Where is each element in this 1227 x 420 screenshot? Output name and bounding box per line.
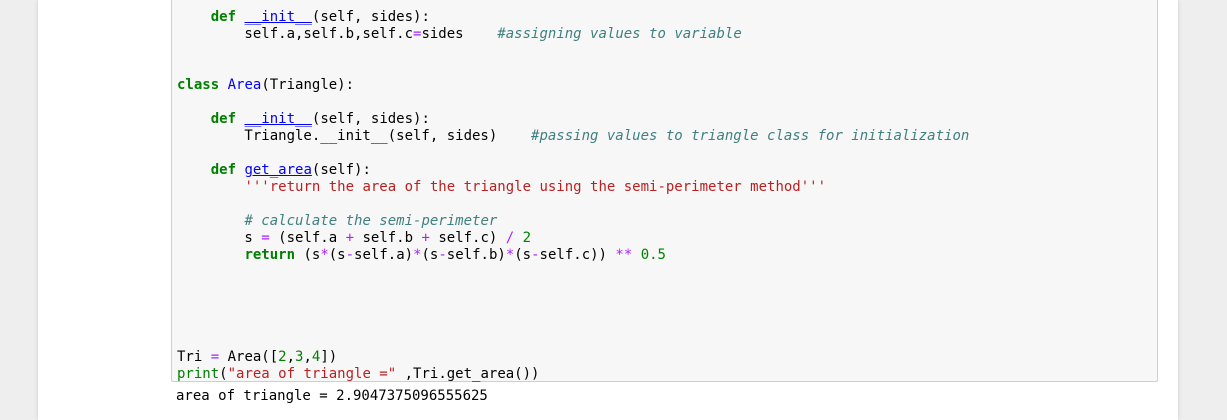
code-token: , <box>286 349 296 365</box>
code-token: (self, sides): <box>311 9 430 25</box>
code-token: Tri <box>177 349 211 365</box>
code-token: 2 <box>278 349 287 365</box>
code-line: print("area of triangle =" ,Tri.get_area… <box>177 366 969 383</box>
code-token: self.b) <box>446 247 506 263</box>
code-token: - <box>531 247 540 263</box>
code-token: '''return the area of the triangle using… <box>244 179 827 195</box>
code-token: __init__ <box>244 9 312 25</box>
code-token: self.a,self.b,self.c <box>177 26 414 42</box>
code-token: (s <box>328 247 346 263</box>
code-token: / <box>505 230 515 246</box>
code-token: (s <box>514 247 532 263</box>
code-token: ( <box>219 366 228 382</box>
code-token: ,Tri.get_area()) <box>396 366 540 382</box>
code-token: class <box>177 77 220 93</box>
code-token: ]) <box>320 349 338 365</box>
code-line: def __init__(self, sides): <box>177 9 969 26</box>
code-token: * <box>320 247 329 263</box>
code-token: #assigning values to variable <box>497 26 742 42</box>
code-line: def __init__(self, sides): <box>177 111 969 128</box>
code-token: return <box>244 247 296 263</box>
code-line: # calculate the semi-perimeter <box>177 213 969 230</box>
code-token: 2 <box>522 230 532 246</box>
code-token: ** <box>615 247 633 263</box>
cell-output: area of triangle = 2.9047375096555625 <box>176 388 488 404</box>
code-token: print <box>177 366 220 382</box>
code-token: self.a) <box>354 247 414 263</box>
code-token: 0.5 <box>640 247 666 263</box>
code-token: self.b <box>354 230 422 246</box>
code-token: Triangle.__init__(self, sides) <box>177 128 532 144</box>
code-token: #passing values to triangle class for in… <box>531 128 970 144</box>
code-token: (self): <box>311 162 371 178</box>
code-token: + <box>345 230 355 246</box>
code-token: "area of triangle =" <box>227 366 397 382</box>
code-token: Area <box>227 77 262 93</box>
code-line: '''return the area of the triangle using… <box>177 179 969 196</box>
code-line: Tri = Area([2,3,4]) <box>177 349 969 366</box>
code-line: class Area(Triangle): <box>177 77 969 94</box>
code-token: * <box>505 247 515 263</box>
code-token: sides <box>421 26 498 42</box>
code-token: def <box>210 9 237 25</box>
code-token: (self, sides): <box>311 111 430 127</box>
code-token: = <box>261 230 270 246</box>
code-token: * <box>413 247 422 263</box>
code-token: s <box>177 230 262 246</box>
code-token: def <box>210 162 237 178</box>
code-token: __init__ <box>244 111 312 127</box>
code-line: s = (self.a + self.b + self.c) / 2 <box>177 230 969 247</box>
code-token: (s <box>295 247 321 263</box>
code-token: self.c)) <box>539 247 616 263</box>
code-token: - <box>438 247 447 263</box>
code-token: (Triangle): <box>261 77 355 93</box>
code-cell-input[interactable]: def __init__(self, sides): self.a,self.b… <box>171 0 1158 382</box>
code-token: = <box>210 349 220 365</box>
code-token: self.c) <box>429 230 506 246</box>
code-token: + <box>421 230 430 246</box>
notebook-container: def __init__(self, sides): self.a,self.b… <box>38 0 1178 420</box>
code-token: Area([ <box>219 349 279 365</box>
code-editor[interactable]: def __init__(self, sides): self.a,self.b… <box>172 0 969 383</box>
code-line: def get_area(self): <box>177 162 969 179</box>
code-token: , <box>303 349 312 365</box>
code-line: self.a,self.b,self.c=sides #assigning va… <box>177 26 969 43</box>
code-token: def <box>210 111 237 127</box>
code-line: Triangle.__init__(self, sides) #passing … <box>177 128 969 145</box>
code-line: return (s*(s-self.a)*(s-self.b)*(s-self.… <box>177 247 969 264</box>
code-token: # calculate the semi-perimeter <box>244 213 498 229</box>
code-token: get_area <box>244 162 312 178</box>
code-token: - <box>345 247 355 263</box>
code-token: (s <box>421 247 439 263</box>
code-token: (self.a <box>269 230 346 246</box>
